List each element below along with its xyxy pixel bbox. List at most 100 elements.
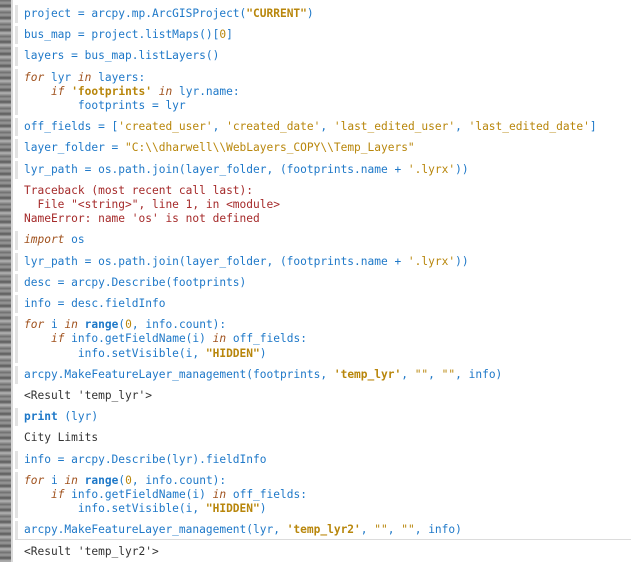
code-token: "HIDDEN" — [205, 346, 260, 360]
code-token: ] — [589, 120, 597, 134]
code-line: layer_folder = "C:\\dharwell\\WebLayers_… — [24, 141, 631, 155]
code-token: "CURRENT" — [246, 7, 307, 20]
code-token: info.setVisible(i, — [24, 346, 206, 360]
code-token: , — [387, 523, 402, 537]
console-output: City Limits — [15, 429, 631, 447]
code-line: footprints = lyr — [24, 99, 631, 113]
code-token: )) — [455, 162, 469, 176]
console-error-output: Traceback (most recent call last): File … — [15, 182, 631, 229]
code-token: lyr.name: — [172, 84, 240, 98]
code-token: Traceback (most recent call last): — [24, 183, 254, 197]
code-token: "HIDDEN" — [205, 502, 260, 516]
code-line: if 'footprints' in lyr.name: — [24, 85, 631, 99]
console-input-cell[interactable]: import os — [15, 231, 631, 250]
code-token: File "<string>", line 1, in <module> — [24, 198, 280, 212]
code-token: if — [50, 488, 65, 502]
code-token: "" — [414, 367, 429, 381]
code-line: NameError: name 'os' is not defined — [24, 212, 631, 226]
code-token: ) — [306, 7, 314, 20]
code-token: i — [44, 318, 65, 332]
console-input-cell[interactable]: lyr_path = os.path.join(layer_folder, (f… — [15, 160, 631, 179]
console-input-cell[interactable]: desc = arcpy.Describe(footprints) — [15, 273, 631, 293]
code-token: arcpy.MakeFeatureLayer_management(lyr, — [24, 523, 287, 537]
code-line: <Result 'temp_lyr'> — [24, 389, 631, 403]
console-input-cell[interactable]: project = arcpy.mp.ArcGISProject("CURREN… — [15, 5, 631, 24]
console-input-cell[interactable]: off_fields = ['created_user', 'created_d… — [15, 118, 631, 137]
code-token: ) — [259, 346, 267, 360]
code-token: bus_map = project.listMaps()[ — [24, 28, 220, 42]
prompt-input-divider — [15, 539, 631, 540]
code-token: in — [64, 473, 78, 487]
console-input-cell[interactable]: arcpy.MakeFeatureLayer_management(lyr, '… — [15, 521, 631, 540]
code-token: in — [212, 332, 227, 346]
code-token: , info.count): — [131, 318, 227, 332]
code-token: for — [24, 318, 45, 332]
console-input-cell[interactable]: layers = bus_map.listLayers() — [15, 47, 631, 66]
code-token: lyr_path = os.path.join(layer_folder, (f… — [24, 162, 408, 176]
code-token: (lyr) — [57, 410, 99, 424]
code-line: layers = bus_map.listLayers() — [24, 49, 631, 63]
code-token: "C:\\dharwell\\WebLayers_COPY\\Temp_Laye… — [125, 141, 415, 155]
console-input-cell[interactable]: layer_folder = "C:\\dharwell\\WebLayers_… — [15, 139, 631, 158]
console-input-cell[interactable]: for i in range(0, info.count): if info.g… — [15, 471, 631, 519]
code-token: ) — [259, 502, 267, 516]
code-line: lyr_path = os.path.join(layer_folder, (f… — [24, 255, 631, 269]
console-output: <Result 'temp_lyr'> — [15, 387, 631, 405]
code-token: , info) — [414, 523, 462, 537]
code-token: in — [64, 318, 78, 332]
code-line: arcpy.MakeFeatureLayer_management(footpr… — [24, 368, 631, 382]
code-token: off_fields: — [226, 488, 307, 502]
code-token: arcpy.MakeFeatureLayer_management(footpr… — [24, 367, 334, 381]
code-line: info = arcpy.Describe(lyr).fieldInfo — [24, 453, 631, 467]
code-token: 'created_user' — [118, 120, 213, 134]
code-token: , — [360, 523, 375, 537]
code-token: 'last_edited_date' — [468, 120, 590, 134]
code-token: if — [50, 84, 65, 98]
console-input-cell[interactable]: bus_map = project.listMaps()[0] — [15, 26, 631, 45]
code-token: , info.count): — [131, 473, 227, 487]
code-line: City Limits — [24, 431, 631, 445]
console-input-cell[interactable]: info = desc.fieldInfo — [15, 295, 631, 314]
code-token: info.getFieldName(i) — [64, 488, 213, 502]
code-token: i — [44, 473, 65, 487]
code-token: , — [212, 120, 227, 134]
code-line: project = arcpy.mp.ArcGISProject("CURREN… — [24, 7, 631, 21]
code-token: "" — [374, 523, 388, 537]
code-token: 'temp_lyr' — [333, 367, 402, 381]
code-line: for i in range(0, info.count): — [24, 318, 631, 332]
code-token: "" — [401, 523, 415, 537]
code-token: os — [64, 233, 85, 247]
console-input-cell[interactable]: for lyr in layers: if 'footprints' in ly… — [15, 68, 631, 116]
console-input-cell[interactable]: arcpy.MakeFeatureLayer_management(footpr… — [15, 365, 631, 385]
code-token: <Result 'temp_lyr2'> — [24, 544, 159, 558]
code-line: if info.getFieldName(i) in off_fields: — [24, 488, 631, 502]
background-map-edge — [0, 0, 11, 562]
code-line: if info.getFieldName(i) in off_fields: — [24, 332, 631, 346]
code-token: footprints = lyr — [24, 99, 186, 113]
code-token: desc = arcpy.Describe(footprints) — [24, 275, 247, 289]
code-token: for — [24, 70, 45, 84]
code-line: lyr_path = os.path.join(layer_folder, (f… — [24, 163, 631, 177]
console-input-cell[interactable]: for i in range(0, info.count): if info.g… — [15, 316, 631, 363]
code-token: '.lyrx' — [407, 254, 456, 268]
code-token: 0 — [125, 473, 132, 487]
console-input-cell[interactable]: lyr_path = os.path.join(layer_folder, (f… — [15, 252, 631, 271]
code-token: info.getFieldName(i) — [64, 332, 213, 346]
console-input-cell[interactable]: print (lyr) — [15, 408, 631, 427]
code-token: , — [320, 120, 334, 134]
code-token: 'last_edited_user' — [333, 120, 456, 134]
code-token: "" — [441, 367, 456, 381]
code-line: bus_map = project.listMaps()[0] — [24, 28, 631, 42]
code-token: in — [77, 70, 92, 84]
pane-divider[interactable] — [11, 0, 13, 562]
code-token: layers: — [91, 70, 146, 84]
code-line: info = desc.fieldInfo — [24, 297, 631, 311]
code-token: City Limits — [24, 431, 99, 445]
console-input-cell[interactable]: info = arcpy.Describe(lyr).fieldInfo — [15, 450, 631, 469]
code-line: desc = arcpy.Describe(footprints) — [24, 276, 631, 290]
code-line: for lyr in layers: — [24, 71, 631, 85]
code-token: '.lyrx' — [407, 162, 456, 176]
